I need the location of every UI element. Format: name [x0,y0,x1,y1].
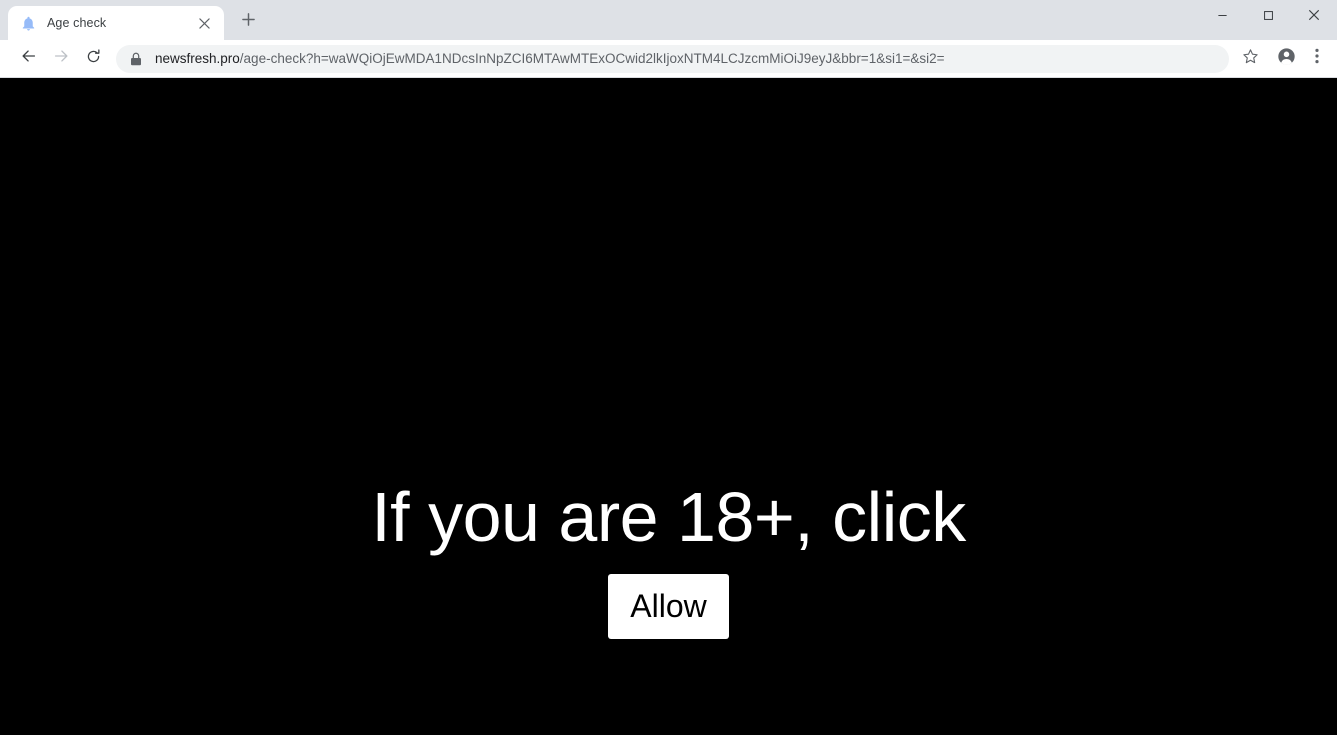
browser-tab-active[interactable]: Age check [8,6,224,40]
minimize-button[interactable] [1199,0,1245,33]
plus-icon [241,13,255,31]
bookmark-button[interactable] [1235,44,1265,74]
more-vertical-icon [1315,48,1319,69]
browser-toolbar: newsfresh.pro/age-check?h=waWQiOjEwMDA1N… [0,40,1337,78]
account-circle-icon [1277,47,1296,71]
page-headline: If you are 18+, click [371,478,966,556]
arrow-right-icon [52,47,70,70]
url-host: newsfresh.pro [155,50,240,66]
profile-button[interactable] [1271,44,1301,74]
chrome-menu-button[interactable] [1305,44,1329,74]
browser-window: Age check newsfresh.pro/age-check?h=waWQ… [0,0,1337,735]
page-viewport: If you are 18+, click Allow [0,78,1337,735]
arrow-left-icon [20,47,38,70]
address-bar[interactable]: newsfresh.pro/age-check?h=waWQiOjEwMDA1N… [116,44,1229,73]
close-icon [1308,8,1320,26]
url-text: newsfresh.pro/age-check?h=waWQiOjEwMDA1N… [155,45,945,73]
maximize-icon [1263,8,1274,26]
star-icon [1242,48,1259,70]
age-check-content: If you are 18+, click Allow [0,478,1337,640]
lock-icon[interactable] [130,52,144,66]
close-window-button[interactable] [1291,0,1337,33]
reload-icon [85,48,102,70]
url-path: /age-check?h=waWQiOjEwMDA1NDcsInNpZCI6MT… [239,50,945,66]
maximize-button[interactable] [1245,0,1291,33]
close-icon[interactable] [195,14,214,33]
tab-strip: Age check [0,0,1337,40]
new-tab-button[interactable] [234,8,262,36]
bell-icon [20,15,37,32]
back-button[interactable] [14,44,44,74]
minimize-icon [1217,8,1228,26]
tab-title: Age check [47,16,107,30]
window-controls [1199,0,1337,33]
toolbar-actions [1235,44,1329,74]
reload-button[interactable] [78,44,108,74]
forward-button[interactable] [46,44,76,74]
allow-button[interactable]: Allow [608,574,729,640]
